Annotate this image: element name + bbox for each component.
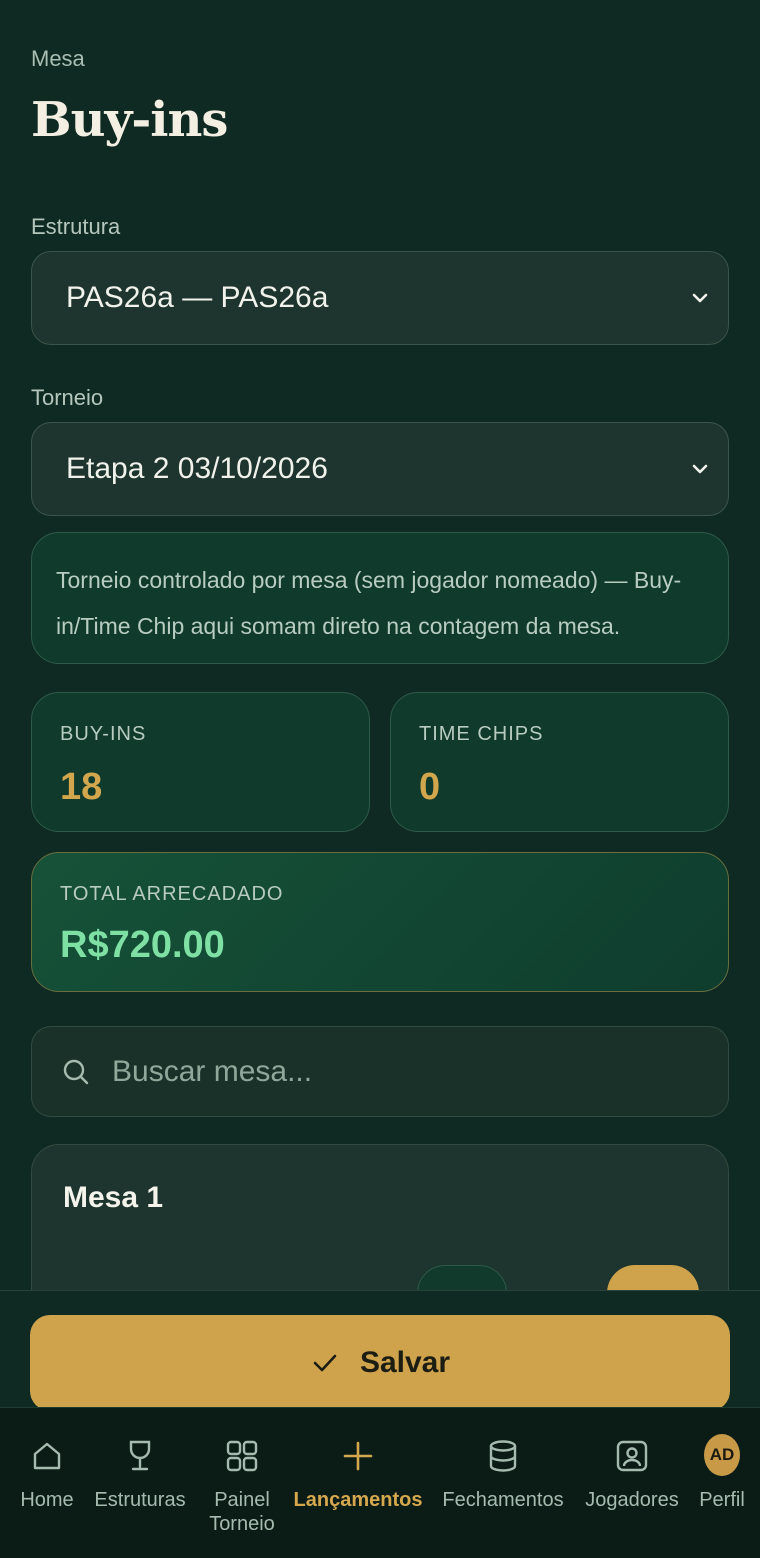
buyins-card: BUY-INS 18	[31, 692, 370, 832]
nav-item-fechamentos[interactable]: Fechamentos	[436, 1438, 570, 1512]
check-icon	[313, 1354, 337, 1372]
table-name: Mesa 1	[63, 1181, 164, 1214]
estrutura-label: Estrutura	[31, 214, 121, 239]
nav-item-estruturas[interactable]: Estruturas	[88, 1438, 192, 1512]
buyins-value: 18	[60, 766, 103, 808]
timechips-card: TIME CHIPS 0	[390, 692, 729, 832]
nav-label-painel-torneio: Painel Torneio	[209, 1489, 275, 1535]
nav-label-home: Home	[20, 1489, 74, 1511]
chevron-down-icon	[692, 464, 708, 474]
grid-icon	[224, 1438, 260, 1474]
torneio-value: Etapa 2 03/10/2026	[66, 452, 328, 485]
decrement-button[interactable]	[417, 1265, 507, 1290]
nav-label-jogadores: Jogadores	[585, 1489, 679, 1511]
page-eyebrow: Mesa	[31, 46, 85, 71]
torneio-label: Torneio	[31, 385, 104, 410]
app-screen: Mesa Buy-ins Estrutura PAS26a — PAS26a T…	[0, 0, 760, 1558]
nav-label-perfil: Perfil	[699, 1489, 745, 1511]
home-icon	[29, 1438, 65, 1474]
total-card: TOTAL ARRECADADO R$720.00	[31, 852, 729, 992]
nav-item-perfil[interactable]: AD Perfil	[694, 1433, 750, 1512]
nav-label-estruturas: Estruturas	[94, 1489, 186, 1511]
main-content: Mesa Buy-ins Estrutura PAS26a — PAS26a T…	[0, 0, 760, 1290]
avatar-wrap: AD	[704, 1433, 740, 1476]
save-button[interactable]: Salvar	[30, 1315, 730, 1411]
info-notice: Torneio controlado por mesa (sem jogador…	[31, 532, 729, 664]
database-icon	[485, 1438, 521, 1474]
page-title: Buy-ins	[31, 92, 228, 148]
buyins-label: BUY-INS	[60, 723, 147, 745]
search-box[interactable]	[31, 1026, 729, 1117]
timechips-label: TIME CHIPS	[419, 723, 544, 745]
avatar: AD	[704, 1433, 740, 1476]
estrutura-select[interactable]: PAS26a — PAS26a	[31, 251, 729, 345]
total-value: R$720.00	[60, 924, 225, 966]
trophy-icon	[122, 1438, 158, 1474]
save-bar: Salvar	[0, 1290, 760, 1411]
increment-button[interactable]	[607, 1265, 699, 1290]
user-card-icon	[614, 1438, 650, 1474]
nav-label-lancamentos: Lançamentos	[293, 1489, 423, 1511]
nav-item-lancamentos[interactable]: Lançamentos	[290, 1438, 426, 1512]
bottom-nav: Home Estruturas Painel Torneio Lançament…	[0, 1407, 760, 1558]
nav-item-home[interactable]: Home	[14, 1438, 80, 1512]
nav-label-fechamentos: Fechamentos	[442, 1489, 564, 1511]
torneio-select[interactable]: Etapa 2 03/10/2026	[31, 422, 729, 516]
search-input[interactable]	[112, 1054, 672, 1089]
table-card[interactable]: Mesa 1	[31, 1144, 729, 1290]
save-label: Salvar	[359, 1346, 451, 1379]
search-icon	[63, 1059, 89, 1084]
nav-item-painel-torneio[interactable]: Painel Torneio	[200, 1438, 284, 1536]
chevron-down-icon	[692, 293, 708, 303]
nav-item-jogadores[interactable]: Jogadores	[578, 1438, 686, 1512]
timechips-value: 0	[419, 766, 441, 808]
estrutura-value: PAS26a — PAS26a	[66, 281, 329, 314]
plus-icon	[340, 1438, 376, 1474]
total-label: TOTAL ARRECADADO	[60, 883, 284, 905]
